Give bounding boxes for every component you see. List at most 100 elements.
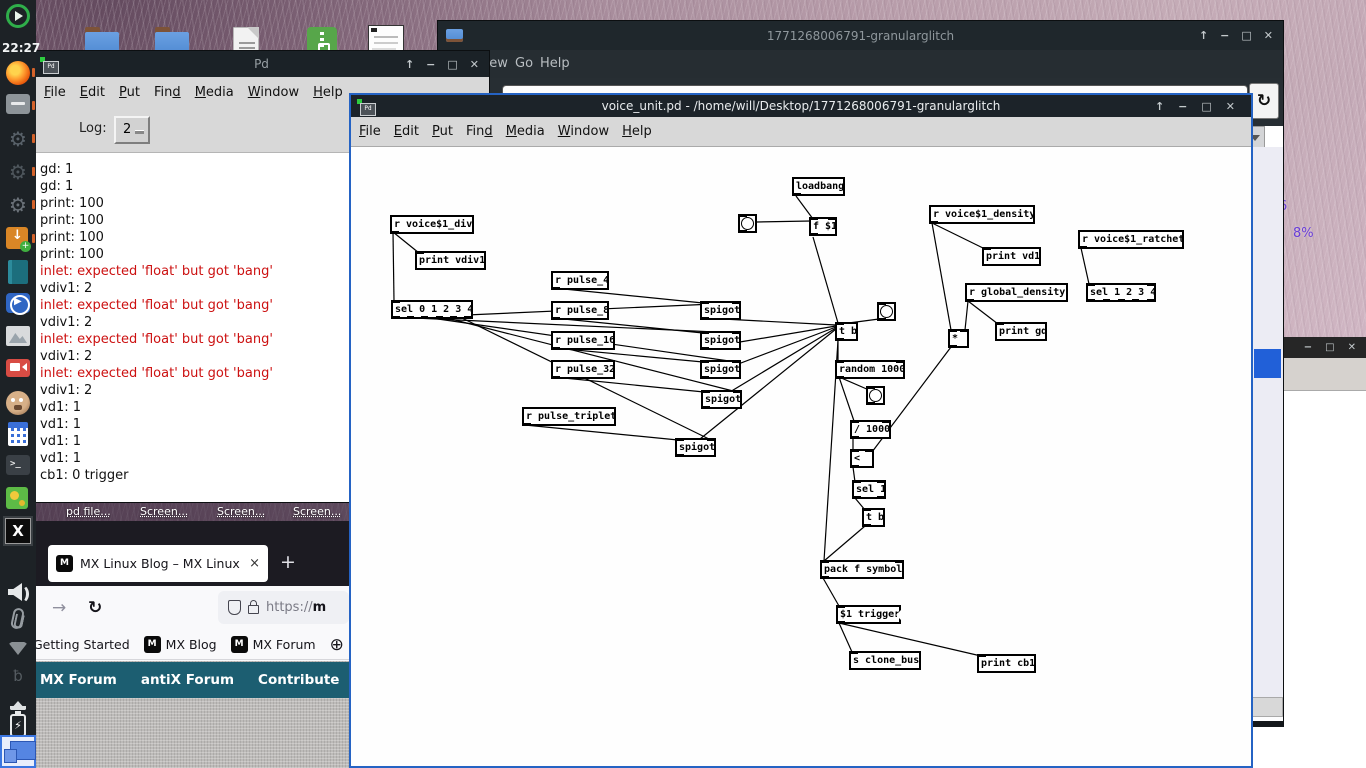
outlet[interactable] <box>854 496 861 499</box>
inlet[interactable] <box>896 360 903 363</box>
fm-menu-help[interactable]: Help <box>540 56 570 71</box>
xournal-icon[interactable]: X <box>5 518 31 544</box>
inlet[interactable] <box>882 420 889 423</box>
pd-object-random-1000[interactable]: random 1000 <box>835 360 905 379</box>
outlet[interactable] <box>407 316 414 319</box>
wifi-icon[interactable] <box>9 642 27 655</box>
screen-recorder-green-icon[interactable] <box>6 4 30 28</box>
pd-object-pack-f-symbol[interactable]: pack f symbol <box>820 560 904 579</box>
site-nav-mx-forum[interactable]: MX Forum <box>40 672 117 688</box>
outlet[interactable] <box>852 436 859 439</box>
outlet[interactable] <box>852 465 859 468</box>
console-menu-media[interactable]: Media <box>195 85 234 100</box>
outlet[interactable] <box>702 347 709 350</box>
new-tab-button[interactable]: + <box>280 551 296 573</box>
patch-menu-media[interactable]: Media <box>506 124 545 139</box>
patch-menu-edit[interactable]: Edit <box>394 124 419 139</box>
pd-object-r-voice-1-ratchet[interactable]: r voice$1_ratchet <box>1078 230 1184 249</box>
pd-bang[interactable] <box>877 302 896 321</box>
outlet[interactable] <box>553 376 560 379</box>
inlet[interactable] <box>1147 283 1154 286</box>
inlet[interactable] <box>733 390 740 393</box>
inlet[interactable] <box>828 217 835 220</box>
pd-object-loadbang[interactable]: loadbang <box>792 177 845 196</box>
inlet[interactable] <box>837 360 844 363</box>
file-manager-titlebar[interactable]: 1771268006791-granularglitch ↑−□✕ <box>438 21 1283 50</box>
console-menu-file[interactable]: File <box>44 85 66 100</box>
outlet[interactable] <box>864 524 871 527</box>
workspace-pager[interactable] <box>0 735 36 768</box>
maps-icon[interactable] <box>6 487 28 509</box>
outlet[interactable] <box>702 317 709 320</box>
refresh-button[interactable]: ↻ <box>1249 83 1279 119</box>
maximize-icon[interactable]: □ <box>447 58 457 71</box>
pd-bang[interactable] <box>866 386 885 405</box>
inlet[interactable] <box>864 508 871 511</box>
patch-menu-find[interactable]: Find <box>466 124 493 139</box>
roll-up-icon[interactable]: ↑ <box>1199 29 1208 42</box>
outlet[interactable] <box>1080 246 1087 249</box>
maximize-icon[interactable]: □ <box>1201 100 1211 113</box>
outlet[interactable] <box>967 299 974 302</box>
scrollbar-thumb[interactable] <box>1254 349 1281 378</box>
pd-object-print-vdiv1[interactable]: print vdiv1 <box>415 251 486 270</box>
outlet[interactable] <box>794 193 801 196</box>
pd-object--[interactable]: < <box>850 449 874 468</box>
pd-object-f-1[interactable]: f $1 <box>809 217 837 236</box>
patch-menu-help[interactable]: Help <box>622 124 652 139</box>
pd-bang[interactable] <box>738 214 757 233</box>
outlet[interactable] <box>553 347 560 350</box>
minimize-icon[interactable]: − <box>1304 342 1312 353</box>
outlet[interactable] <box>1132 299 1139 302</box>
url-bar[interactable]: https://m <box>218 591 349 624</box>
pd-object-r-pulse-8[interactable]: r pulse_8 <box>551 301 609 320</box>
screen-recorder-red-icon[interactable] <box>6 359 30 377</box>
inlet[interactable] <box>702 301 709 304</box>
outlet[interactable] <box>837 338 844 341</box>
outlet[interactable] <box>392 231 399 234</box>
photo-viewer-icon[interactable] <box>6 326 30 346</box>
inlet[interactable] <box>732 301 739 304</box>
inlet[interactable] <box>707 438 714 441</box>
firefox-icon[interactable] <box>6 61 30 85</box>
gimp-icon[interactable] <box>6 391 30 415</box>
outlet[interactable] <box>1088 299 1095 302</box>
inlet[interactable] <box>852 420 859 423</box>
outlet[interactable] <box>677 454 684 457</box>
desktop-file-label[interactable]: Screen... <box>217 505 265 518</box>
desktop-file-label[interactable]: Screen... <box>293 505 341 518</box>
browser-tab[interactable]: MX Linux Blog – MX Linux × <box>48 545 268 582</box>
terminal-icon[interactable] <box>6 455 30 475</box>
pd-object-spigot[interactable]: spigot <box>700 331 741 350</box>
inlet[interactable] <box>852 449 859 452</box>
site-nav-antix-forum[interactable]: antiX Forum <box>141 672 234 688</box>
roll-up-icon[interactable]: ↑ <box>405 58 414 71</box>
tab-close-icon[interactable]: × <box>249 556 260 571</box>
bookmark-mx-forum[interactable]: MX Forum <box>231 636 316 653</box>
inlet[interactable] <box>1088 283 1095 286</box>
desktop-file-label[interactable]: pd file... <box>66 505 111 518</box>
pd-patch-canvas[interactable]: loadbang f $1 r voice$1_divprint vdiv1 r pu… <box>351 147 1251 766</box>
outlet[interactable] <box>450 316 457 319</box>
outlet[interactable] <box>1103 299 1110 302</box>
patch-menu-put[interactable]: Put <box>432 124 453 139</box>
pd-object-r-voice-1-div[interactable]: r voice$1_div <box>390 215 474 234</box>
outlet[interactable] <box>436 316 443 319</box>
pd-object-sel-1-2-3-4[interactable]: sel 1 2 3 4 <box>1086 283 1156 302</box>
bookmark-mx-blog[interactable]: MX Blog <box>144 636 217 653</box>
console-menu-edit[interactable]: Edit <box>80 85 105 100</box>
fm-menu-go[interactable]: Go <box>515 56 533 71</box>
inlet[interactable] <box>702 360 709 363</box>
outlet[interactable] <box>553 317 560 320</box>
inlet[interactable] <box>950 329 957 332</box>
inlet[interactable] <box>979 654 986 657</box>
outlet[interactable] <box>524 423 531 426</box>
forward-button[interactable]: → <box>52 598 66 618</box>
inlet[interactable] <box>811 217 818 220</box>
inlet[interactable] <box>837 322 844 325</box>
outlet[interactable] <box>703 406 710 409</box>
close-icon[interactable]: ✕ <box>1264 29 1273 42</box>
site-nav-contribute[interactable]: Contribute <box>258 672 339 688</box>
settings-gear-2-icon[interactable]: ⚙ <box>6 160 30 184</box>
pd-object-r-pulse-32[interactable]: r pulse_32 <box>551 360 615 379</box>
